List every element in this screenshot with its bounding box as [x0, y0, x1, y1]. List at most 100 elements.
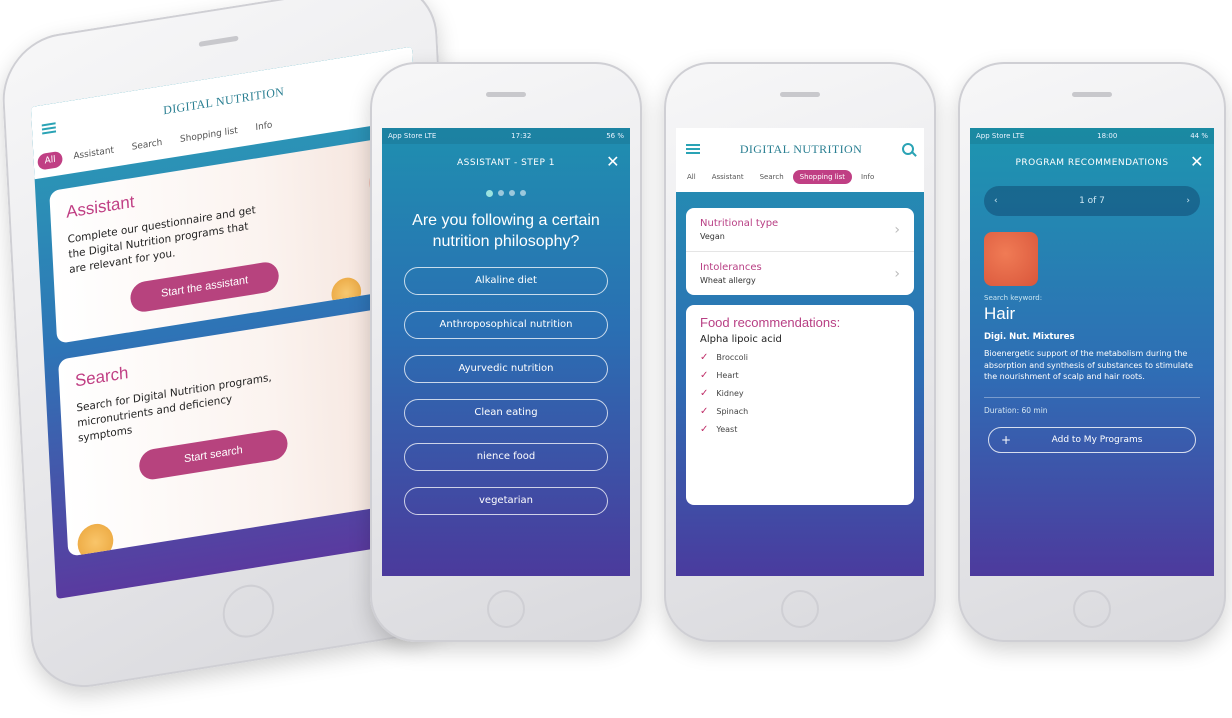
- tab-assistant[interactable]: Assistant: [705, 170, 751, 184]
- food-item-label: Heart: [716, 371, 739, 380]
- option-alkaline-diet[interactable]: Alkaline diet: [404, 266, 608, 295]
- nutritional-type-value: Vegan: [700, 232, 725, 241]
- food-recommendations-title: Food recommendations:: [700, 315, 841, 330]
- tab-search[interactable]: Search: [753, 170, 791, 184]
- intolerances-row[interactable]: Intolerances Wheat allergy ›: [686, 252, 914, 295]
- food-item[interactable]: ✓ Spinach: [700, 406, 900, 417]
- chevron-left-icon[interactable]: ‹: [994, 196, 998, 206]
- mixture-name: Digi. Nut. Mixtures: [984, 332, 1075, 342]
- phone-speaker: [486, 92, 526, 97]
- tab-info[interactable]: Info: [248, 116, 280, 137]
- step-dot: [498, 190, 504, 196]
- chevron-right-icon: ›: [894, 266, 900, 282]
- assistant-screen: App Store LTE 17:32 56 % ASSISTANT - STE…: [382, 128, 630, 576]
- check-icon: ✓: [700, 370, 709, 381]
- food-recommendations-card: Food recommendations: Alpha lipoic acid …: [686, 305, 914, 505]
- search-icon[interactable]: [902, 143, 914, 155]
- option-anthroposophical[interactable]: Anthroposophical nutrition: [404, 310, 608, 339]
- tab-info[interactable]: Info: [854, 170, 881, 184]
- program-description: Bioenergetic support of the metabolism d…: [984, 349, 1194, 382]
- chevron-right-icon[interactable]: ›: [1186, 196, 1190, 206]
- battery-text: 44 %: [1190, 132, 1208, 140]
- time-text: 17:32: [511, 132, 532, 140]
- shopping-header: DIGITAL NUTRITION All Assistant Search S…: [676, 128, 924, 192]
- fruit-image: [330, 275, 362, 310]
- app-title: DIGITAL NUTRITION: [739, 141, 863, 156]
- add-to-programs-button[interactable]: + Add to My Programs: [988, 426, 1196, 453]
- tab-all[interactable]: All: [680, 170, 703, 184]
- time-text: 18:00: [1097, 132, 1118, 140]
- tab-all[interactable]: All: [37, 150, 64, 171]
- home-button[interactable]: [221, 580, 276, 642]
- battery-text: 56 %: [606, 132, 624, 140]
- plus-icon: +: [1001, 432, 1012, 447]
- divider: [984, 396, 1200, 398]
- food-item-label: Spinach: [716, 407, 749, 416]
- check-icon: ✓: [700, 388, 709, 399]
- step-dot: [520, 190, 526, 196]
- keyword-text: Hair: [984, 304, 1016, 323]
- start-assistant-button[interactable]: Start the assistant: [129, 259, 280, 314]
- app-title: DIGITAL NUTRITION: [162, 83, 285, 117]
- food-item[interactable]: ✓ Kidney: [700, 388, 900, 399]
- step-title: ASSISTANT - STEP 1: [456, 158, 555, 168]
- intolerances-value: Wheat allergy: [700, 276, 756, 285]
- intolerances-label: Intolerances: [700, 262, 762, 273]
- search-card: Search Search for Digital Nutrition prog…: [58, 303, 422, 557]
- phone-speaker: [1072, 92, 1112, 97]
- home-button[interactable]: [781, 590, 819, 628]
- option-ayurvedic[interactable]: Ayurvedic nutrition: [404, 354, 608, 383]
- duration-text: Duration: 60 min: [984, 405, 1048, 415]
- profile-card: Nutritional type Vegan › Intolerances Wh…: [686, 208, 914, 295]
- option-vegetarian[interactable]: vegetarian: [404, 486, 608, 515]
- add-to-programs-label: Add to My Programs: [1051, 434, 1143, 445]
- fruit-image: [76, 520, 115, 557]
- shopping-list-screen: DIGITAL NUTRITION All Assistant Search S…: [676, 128, 924, 576]
- home-button[interactable]: [1073, 590, 1111, 628]
- carrier-text: App Store LTE: [976, 132, 1025, 140]
- food-item-label: Kidney: [716, 389, 744, 398]
- option-clean-eating[interactable]: Clean eating: [404, 398, 608, 427]
- step-indicator: [382, 190, 630, 197]
- tab-bar: All Assistant Search Shopping list Info: [676, 170, 924, 192]
- program-screen: App Store LTE 18:00 44 % PROGRAM RECOMME…: [970, 128, 1214, 576]
- program-pager: ‹ 1 of 7 ›: [984, 186, 1200, 216]
- menu-icon[interactable]: [686, 144, 700, 154]
- phone-assistant: App Store LTE 17:32 56 % ASSISTANT - STE…: [370, 62, 642, 642]
- food-item[interactable]: ✓ Heart: [700, 370, 900, 381]
- step-dot: [509, 190, 515, 196]
- start-search-button[interactable]: Start search: [138, 428, 289, 482]
- home-button[interactable]: [487, 590, 525, 628]
- nutritional-type-row[interactable]: Nutritional type Vegan ›: [686, 208, 914, 252]
- phone-speaker: [198, 35, 239, 47]
- check-icon: ✓: [700, 406, 709, 417]
- step-header: ASSISTANT - STEP 1 ✕: [382, 144, 630, 182]
- carrier-text: App Store LTE: [388, 132, 437, 140]
- food-item-label: Yeast: [716, 425, 738, 434]
- chevron-right-icon: ›: [894, 222, 900, 238]
- navbar: DIGITAL NUTRITION: [676, 128, 924, 170]
- step-dot-active: [486, 190, 493, 197]
- phone-speaker: [780, 92, 820, 97]
- nutrient-name: Alpha lipoic acid: [700, 334, 782, 345]
- option-convenience-food[interactable]: nience food: [404, 442, 608, 471]
- close-icon[interactable]: ✕: [606, 154, 620, 170]
- food-item[interactable]: ✓ Broccoli: [700, 352, 900, 363]
- pager-text: 1 of 7: [1079, 196, 1105, 206]
- program-header: PROGRAM RECOMMENDATIONS ✕: [970, 144, 1214, 182]
- food-item[interactable]: ✓ Yeast: [700, 424, 900, 435]
- program-thumbnail: [984, 232, 1038, 286]
- question-text: Are you following a certain nutrition ph…: [412, 212, 600, 250]
- nutritional-type-label: Nutritional type: [700, 218, 779, 229]
- phone-shopping-list: DIGITAL NUTRITION All Assistant Search S…: [664, 62, 936, 642]
- program-title: PROGRAM RECOMMENDATIONS: [1015, 158, 1169, 168]
- status-bar: App Store LTE 17:32 56 %: [382, 128, 630, 144]
- menu-icon[interactable]: [41, 122, 57, 135]
- tab-shopping-list[interactable]: Shopping list: [792, 170, 853, 184]
- food-item-label: Broccoli: [716, 353, 749, 362]
- phone-program-recommendations: App Store LTE 18:00 44 % PROGRAM RECOMME…: [958, 62, 1226, 642]
- status-bar: App Store LTE 18:00 44 %: [970, 128, 1214, 144]
- search-keyword-label: Search keyword:: [984, 294, 1043, 302]
- close-icon[interactable]: ✕: [1190, 154, 1204, 170]
- check-icon: ✓: [700, 352, 709, 363]
